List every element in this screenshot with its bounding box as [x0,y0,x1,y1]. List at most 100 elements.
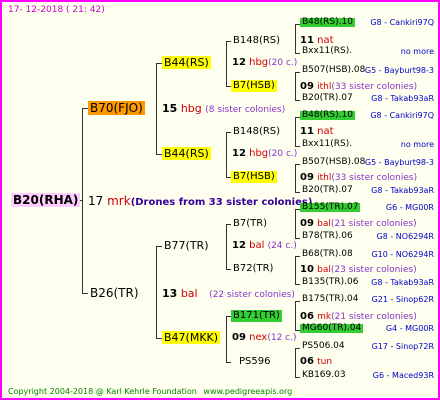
queen-b47-mkk[interactable]: B47(MKK) [162,331,221,344]
queen-line: 06 tun [300,357,332,367]
note: (21 sister colonies) [330,219,417,229]
symbol: hbg [180,102,202,115]
queen-line: 12 hbg(20 c.) [232,58,297,68]
queen-line: 12 hbg(20 c.) [232,149,297,159]
ancestor-id[interactable]: B20(TR).07 [300,186,355,195]
ancestor-location: no more [400,47,434,56]
queen-line: 09 ithl(33 sister colonies) [300,82,417,92]
note: (20 c.) [268,58,298,68]
generation: 09 [300,81,314,92]
header-date: 17- 12-2018 ( 21: 42) [8,5,105,15]
root-queen[interactable]: B20(RHA) [11,193,81,207]
queen-line: 10 bal(23 sister colonies) [300,265,417,275]
connector-line [226,132,227,178]
generation: 06 [300,311,314,322]
symbol: bal [317,265,331,275]
ancestor-location: G21 - Sinop62R [371,295,434,304]
note: (21 sister colonies) [331,312,417,322]
ancestor-id[interactable]: Bxx11(RS). [300,140,354,149]
queen-b26-tr[interactable]: B26(TR) [88,286,141,300]
generation: 12 [232,57,246,68]
ancestor-id[interactable]: B48(RS).10 [300,111,355,120]
symbol: bal [249,240,265,251]
symbol: nat [317,126,334,137]
ancestor-id[interactable]: MG60(TR).04 [300,324,364,333]
footer-site[interactable]: www.pedigreeapis.org [203,387,292,396]
connector-line [156,63,157,155]
queen-line: 06 mk(21 sister colonies) [300,312,417,322]
note: (24 c.) [267,241,297,251]
queen-b171-tr[interactable]: B171(TR) [231,310,282,322]
ancestor-id[interactable]: B78(TR).06 [300,232,355,241]
root-line: 17 mrk(Drones from 33 sister colonies) [88,195,312,208]
ancestor-id[interactable]: Bxx11(RS). [300,47,354,56]
ancestor-location: G5 - Bayburt98-3 [364,158,434,167]
generation: 12 [232,148,246,159]
ancestor-location: G6 - MG00R [385,203,434,212]
symbol: ithl [317,82,332,92]
ancestor-id[interactable]: B20(TR).07 [300,94,355,103]
queen-b26-line: 13 bal (22 sister colonies) [162,288,295,300]
queen-b7-hsb[interactable]: B7(HSB) [231,171,277,183]
root-generation: 17 [88,194,104,208]
queen-b7-hsb[interactable]: B7(HSB) [231,80,277,92]
connector-line [295,164,296,192]
generation: 11 [300,126,314,137]
generation: 15 [162,102,178,115]
ancestor-location: G10 - NO6294R [371,250,434,259]
footer-copyright: Copyright 2004-2018 @ Karl Kehrle Founda… [8,387,197,396]
queen-b70-fjo[interactable]: B70(FJO) [88,101,145,115]
queen-line: 11 nat [300,36,334,46]
pedigree-chart: 17- 12-2018 ( 21: 42) B20(RHA) 17 mrk(Dr… [0,0,440,400]
queen-line: 12 bal (24 c.) [232,241,297,251]
generation: 09 [232,332,246,343]
ancestor-id[interactable]: KB169.03 [300,371,348,380]
connector-line [295,72,296,100]
ancestor-location: G5 - Bayburt98-3 [364,66,434,75]
ancestor-location: G8 - Cankiri97Q [370,111,434,120]
connector-line [295,24,296,53]
queen-b77-tr[interactable]: B77(TR) [162,239,211,252]
connector-line [295,256,296,284]
queen-line: 09 nex(12 c.) [232,333,297,343]
generation: 10 [300,264,314,275]
queen-b70-line: 15 hbg (8 sister colonies) [162,103,285,115]
connector-line [226,316,227,363]
ancestor-id[interactable]: B68(TR).08 [300,250,355,259]
ancestor-id[interactable]: B507(HSB).08 [300,66,367,75]
note: (8 sister colonies) [205,105,286,115]
note: (33 sister colonies) [331,82,418,92]
note: (20 c.) [268,149,298,159]
ancestor-location: G17 - Sinop72R [371,342,434,351]
ancestor-id[interactable]: PS506.04 [300,342,347,351]
connector-line [295,348,296,377]
ancestor-id[interactable]: B48(RS).10 [300,18,355,27]
queen-b44-rs[interactable]: B44(RS) [162,56,211,69]
queen-b148-rs[interactable]: B148(RS) [231,35,282,47]
ancestor-id[interactable]: B507(HSB).08 [300,158,367,167]
symbol: hbg [249,57,269,68]
queen-line: 09 ithl(33 sister colonies) [300,173,417,183]
symbol: nat [317,35,334,46]
queen-ps596[interactable]: PS596 [237,356,272,368]
connector-line [295,117,296,146]
ancestor-id[interactable]: B135(TR).06 [300,278,360,287]
queen-b148-rs[interactable]: B148(RS) [231,126,282,138]
symbol: hbg [249,148,269,159]
ancestor-location: G6 - Maced93R [372,371,434,380]
connector-line [82,108,83,294]
queen-b44-rs[interactable]: B44(RS) [162,147,211,160]
ancestor-location: G8 - Takab93aR [371,186,434,195]
queen-b7-tr[interactable]: B7(TR) [231,218,269,230]
queen-b72-tr[interactable]: B72(TR) [231,263,275,275]
connector-line [226,41,227,87]
symbol: bal [180,287,198,300]
note: (22 sister colonies) [209,290,295,300]
ancestor-location: G8 - Takab93aR [371,278,434,287]
generation: 09 [300,172,314,183]
ancestor-id[interactable]: B155(TR).07 [300,203,361,212]
queen-line: 11 nat [300,127,334,137]
note: (23 sister colonies) [330,265,417,275]
ancestor-id[interactable]: B175(TR).04 [300,295,360,304]
generation: 12 [232,240,246,251]
